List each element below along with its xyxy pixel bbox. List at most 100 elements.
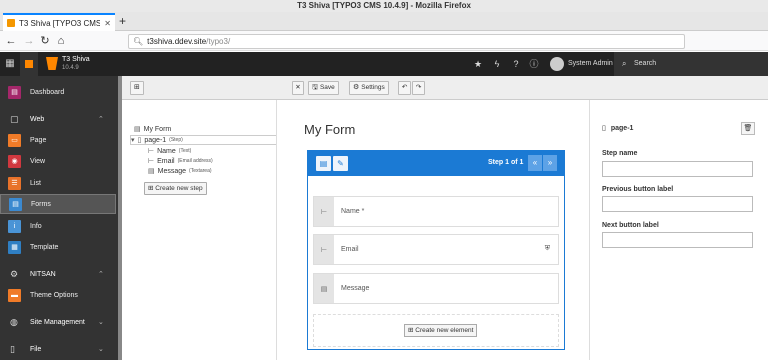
undo-button[interactable]: ↶ [398, 81, 411, 95]
tree-item[interactable]: ▤ Message (Textarea) [148, 166, 212, 176]
tree-page-type: (Step) [169, 137, 183, 143]
user-avatar[interactable] [550, 57, 564, 71]
page-module-icon: ▭ [8, 133, 21, 147]
module-group-nitsan-label: NITSAN [30, 270, 56, 278]
form-icon: ▤ [134, 126, 141, 133]
forward-arrow-icon[interactable]: → [22, 34, 36, 48]
sitemap-toggle[interactable] [20, 52, 38, 76]
chevron-down-icon: ⌄ [98, 346, 104, 353]
browser-tab[interactable]: T3 Shiva [TYPO3 CMS 10 ✕ [3, 13, 115, 31]
tree-item-label: Name [157, 147, 176, 155]
save-button[interactable]: 🖫︎ Save [308, 81, 339, 95]
page-view-icon[interactable]: ▤ [316, 156, 331, 171]
module-list[interactable]: ☰ List [0, 173, 116, 193]
module-info[interactable]: i Info [0, 216, 116, 236]
module-group-site-management[interactable]: ◍ Site Management ⌄ [0, 312, 116, 332]
typo3-version: 10.4.9 [62, 65, 79, 71]
stage-page-header: ▤ ✎ Step 1 of 1 « » [308, 151, 564, 176]
tree-item-label: Email [157, 157, 175, 165]
close-editor-button[interactable]: ✕ [292, 81, 304, 95]
new-tab-button[interactable]: + [119, 14, 126, 28]
help-icon[interactable]: ? [510, 58, 522, 70]
next-button-label-label: Next button label [602, 222, 659, 229]
reload-icon[interactable]: ↻ [38, 34, 52, 48]
form-element-email[interactable]: ⊢ Email ⛨ [313, 234, 559, 265]
tree-item[interactable]: ⊢ Email (Email address) [148, 156, 213, 166]
module-group-file[interactable]: ▯ File ⌄ [0, 339, 116, 359]
create-step-label: Create new step [155, 185, 203, 192]
view-module-icon: ◉ [8, 154, 21, 168]
url-bar[interactable]: 🔍︎ t3shiva.ddev.site/typo3/ [128, 34, 685, 49]
tree-item-type: (Email address) [177, 158, 213, 164]
flash-cache-icon[interactable]: ϟ [491, 58, 503, 70]
redo-button[interactable]: ↷ [412, 81, 425, 95]
create-new-step-button[interactable]: ⊞ Create new step [144, 182, 207, 195]
typo3-topbar: ▦ T3 Shiva 10.4.9 ★ ϟ ? ⓘ System Admin ⌕… [0, 52, 768, 76]
module-theme-options[interactable]: ▬ Theme Options [0, 285, 116, 305]
module-forms[interactable]: ▤ Forms [0, 194, 116, 214]
edit-page-icon[interactable]: ✎ [333, 156, 348, 171]
tab-bar: T3 Shiva [TYPO3 CMS 10 ✕ + [0, 12, 768, 31]
create-new-element-button[interactable]: ⊞ Create new element [404, 324, 478, 337]
url-host: t3shiva.ddev.site [147, 37, 207, 46]
module-group-web[interactable]: ▢ Web ⌃ [0, 109, 116, 129]
module-menu: ▤ Dashboard ▢ Web ⌃ ▭ Page ◉ View ☰ List… [0, 76, 118, 360]
undo-icon: ↶ [401, 84, 408, 91]
module-template-label: Template [30, 243, 59, 251]
globe-icon: ◍ [10, 316, 18, 327]
tree-page-label: page-1 [144, 136, 167, 144]
theme-options-icon: ▬ [8, 288, 21, 302]
form-element-name[interactable]: ⊢ Name * [313, 196, 559, 227]
module-template[interactable]: ▦ Template [0, 237, 116, 257]
tree-item-type: (Text) [178, 148, 192, 154]
web-group-icon: ▢ [10, 113, 19, 124]
back-arrow-icon[interactable]: ← [4, 34, 18, 48]
step-name-label: Step name [602, 150, 638, 157]
module-view[interactable]: ◉ View [0, 151, 116, 171]
next-button-label-input[interactable] [602, 232, 753, 248]
email-field-icon: ⊢ [148, 158, 155, 165]
typo3-logo[interactable] [46, 57, 58, 70]
textarea-field-icon: ▤ [314, 274, 334, 303]
home-icon[interactable]: ⌂ [54, 34, 68, 48]
settings-button[interactable]: ⚙ Settings [349, 81, 389, 95]
module-dashboard[interactable]: ▤ Dashboard [0, 82, 116, 102]
caret-down-icon: ▾ [131, 137, 135, 144]
search-icon: ⌕ [622, 59, 627, 68]
tree-item[interactable]: ⊢ Name (Text) [148, 146, 191, 156]
module-menu-toggle-icon[interactable]: ▦ [0, 52, 20, 76]
field-label: Name * [341, 208, 365, 215]
module-page[interactable]: ▭ Page [0, 130, 116, 150]
gear-icon: ⚙ [10, 268, 19, 279]
site-name: T3 Shiva [62, 56, 90, 63]
close-tab-icon[interactable]: ✕ [104, 19, 111, 28]
form-element-message[interactable]: ▤ Message [313, 273, 559, 304]
bookmark-star-icon[interactable]: ★ [472, 58, 484, 70]
text-field-icon: ⊢ [314, 197, 334, 226]
tab-title: T3 Shiva [TYPO3 CMS 10 [19, 18, 101, 28]
new-page-icon: ⊞ [134, 84, 140, 91]
save-label: Save [319, 84, 335, 91]
module-group-file-label: File [30, 345, 42, 353]
tree-item-type: (Textarea) [189, 168, 212, 174]
next-step-button[interactable]: » [543, 155, 557, 171]
textarea-field-icon: ▤ [148, 168, 155, 175]
system-info-icon[interactable]: ⓘ [528, 58, 540, 70]
previous-button-label-input[interactable] [602, 196, 753, 212]
module-info-label: Info [30, 222, 42, 230]
stage-page[interactable]: ▤ ✎ Step 1 of 1 « » ⊢ Name * ⊢ Email ⛨ ▤… [307, 150, 565, 350]
tree-form-root[interactable]: ▤ My Form [134, 124, 171, 134]
module-dashboard-label: Dashboard [30, 88, 65, 96]
previous-step-button[interactable]: « [528, 155, 542, 171]
module-group-site-management-label: Site Management [30, 318, 85, 326]
window-title: T3 Shiva [TYPO3 CMS 10.4.9] - Mozilla Fi… [0, 0, 768, 12]
tree-page-1[interactable]: ▾ ▯ page-1 (Step) [130, 135, 278, 145]
step-name-input[interactable] [602, 161, 753, 177]
user-name[interactable]: System Admin [568, 60, 613, 67]
tree-form-label: My Form [143, 125, 172, 133]
page-icon: ▯ [602, 125, 606, 132]
new-page-button[interactable]: ⊞ [130, 81, 144, 95]
delete-page-button[interactable]: 🗑︎ [741, 122, 755, 135]
module-group-nitsan[interactable]: ⚙ NITSAN ⌃ [0, 264, 116, 284]
search-button[interactable]: ⌕ Search [614, 52, 768, 76]
